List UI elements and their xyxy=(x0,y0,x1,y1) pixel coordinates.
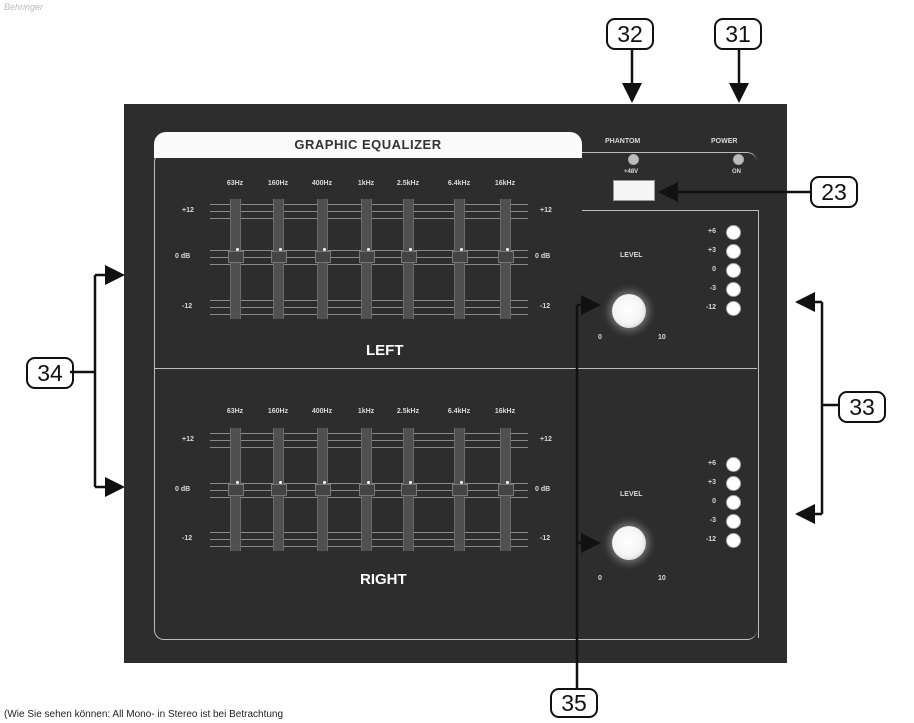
caption: (Wie Sie sehen können: All Mono- in Ster… xyxy=(4,709,284,720)
callout-arrows xyxy=(70,50,838,688)
